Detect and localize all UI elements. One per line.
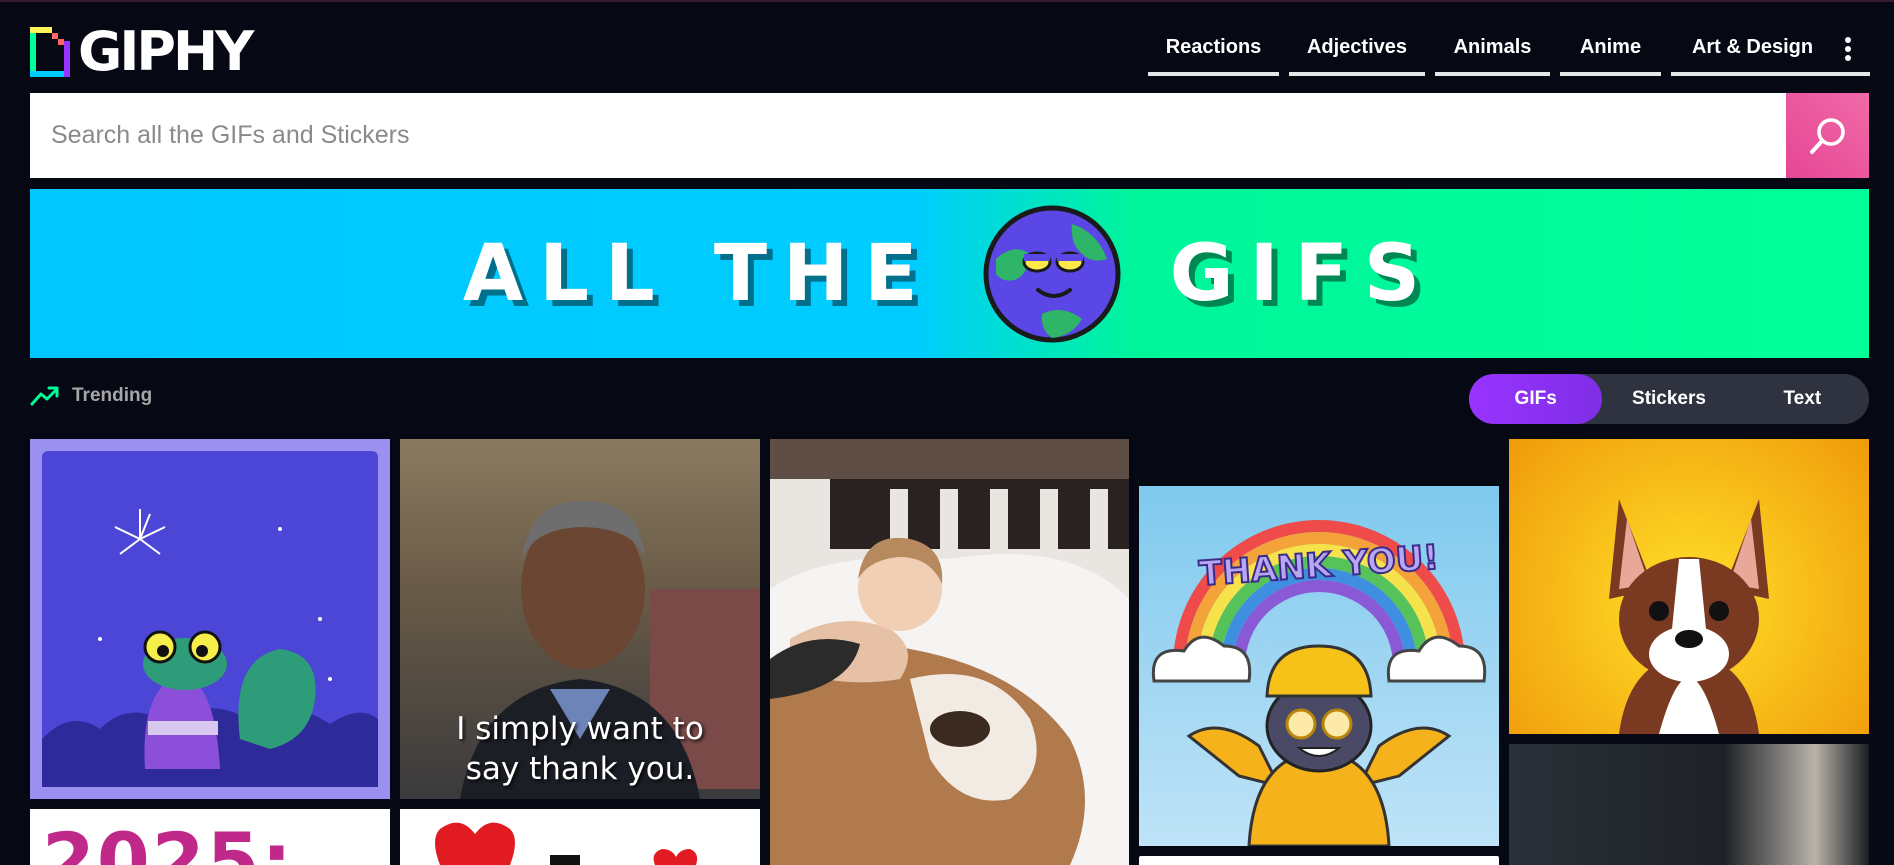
nav-item-animals[interactable]: Animals (1435, 36, 1550, 76)
nav-item-adjectives[interactable]: Adjectives (1289, 36, 1425, 76)
tab-gifs[interactable]: GIFs (1469, 374, 1603, 424)
tab-text[interactable]: Text (1736, 374, 1869, 424)
gif-tile-frog-kimono[interactable] (30, 439, 390, 799)
gif-tile-2025[interactable]: 2025: (30, 809, 390, 865)
category-nav: Reactions Adjectives Animals Anime Art &… (1148, 36, 1834, 76)
gif-caption-line-1: I simply want to (456, 711, 704, 747)
trending-up-icon (30, 386, 59, 406)
nav-item-anime[interactable]: Anime (1560, 36, 1661, 76)
search-input[interactable] (30, 93, 1786, 178)
child-dog-illustration (770, 439, 1129, 865)
gif-tile-child-and-dog[interactable] (770, 439, 1129, 865)
trending-header[interactable]: Trending (30, 385, 152, 407)
giphy-logo[interactable]: GIPHY (30, 20, 254, 83)
gif-tile-boston-terrier[interactable] (1509, 439, 1869, 734)
vertical-ellipsis-icon (1845, 37, 1851, 61)
content-type-tabs: GIFs Stickers Text (1469, 374, 1869, 424)
gif-caption-line-2: say thank you. (465, 751, 695, 787)
search-button[interactable] (1786, 93, 1869, 178)
brand-name: GIPHY (78, 20, 254, 83)
nav-item-reactions[interactable]: Reactions (1148, 36, 1279, 76)
window-top-edge (0, 0, 1894, 2)
earth-mascot-icon (983, 205, 1121, 342)
terrier-illustration (1609, 499, 1769, 734)
frog-illustration (42, 451, 378, 787)
tab-stickers[interactable]: Stickers (1602, 374, 1735, 424)
giphy-logo-mark (30, 27, 70, 77)
banner-text-right: GIFS (1169, 228, 1437, 319)
gif-tile-thank-you-rainbow[interactable]: THANK YOU! (1139, 486, 1499, 846)
search-bar (30, 93, 1869, 178)
more-menu-button[interactable] (1826, 36, 1870, 76)
gif-tile-thank-you-speech[interactable]: I simply want to say thank you. (400, 439, 760, 799)
nav-item-art-design[interactable]: Art & Design (1671, 36, 1834, 76)
banner-text-left: ALL THE (462, 228, 934, 319)
gif-tile-partial-white[interactable] (1139, 856, 1499, 865)
trending-label: Trending (72, 385, 153, 406)
year-2025-lettering: 2025: (42, 816, 294, 865)
search-icon (1809, 117, 1845, 154)
gif-tile-dark-window[interactable] (1509, 744, 1869, 865)
all-the-gifs-banner[interactable]: ALL THE GIFS (30, 189, 1869, 358)
gif-tile-hearts[interactable] (400, 809, 760, 865)
hearts-illustration (435, 822, 698, 865)
